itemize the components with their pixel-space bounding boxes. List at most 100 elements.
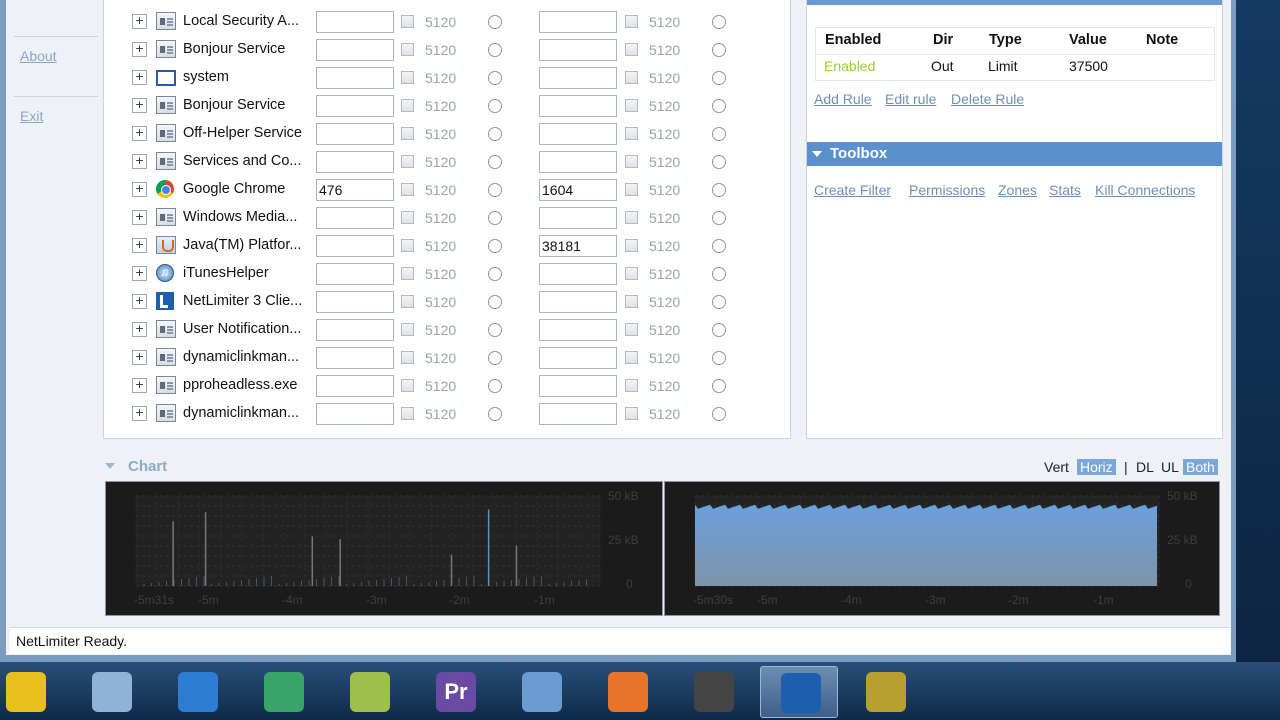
download-limit-checkbox[interactable] [401,351,414,364]
app-row[interactable]: + Off-Helper Service 5120 5120 [104,120,790,148]
upload-limit-checkbox[interactable] [625,211,638,224]
col-header-value[interactable]: Value [1069,32,1107,48]
taskbar-item[interactable] [674,666,752,718]
upload-priority-radio[interactable] [712,99,726,113]
expand-icon[interactable]: + [132,42,147,57]
taskbar-item[interactable] [502,666,580,718]
edit-rule-link[interactable]: Edit rule [885,91,936,107]
upload-rate-field[interactable] [539,123,617,145]
upload-limit-checkbox[interactable] [625,71,638,84]
chart-dl-option[interactable]: DL [1136,459,1154,475]
download-limit-checkbox[interactable] [401,183,414,196]
upload-rate-field[interactable]: 1604 [539,179,617,201]
rule-enabled[interactable]: Enabled [824,58,875,74]
app-row[interactable]: + dynamiclinkman... 5120 5120 [104,344,790,372]
upload-priority-radio[interactable] [712,15,726,29]
download-priority-radio[interactable] [488,323,502,337]
download-rate-field[interactable] [316,347,394,369]
upload-rate-field[interactable] [539,67,617,89]
upload-rate-field[interactable] [539,319,617,341]
expand-icon[interactable]: + [132,350,147,365]
rule-type[interactable]: Limit [988,58,1018,74]
expand-icon[interactable]: + [132,378,147,393]
upload-rate-field[interactable] [539,403,617,425]
upload-rate-field[interactable] [539,39,617,61]
upload-limit-checkbox[interactable] [625,99,638,112]
download-priority-radio[interactable] [488,239,502,253]
col-header-dir[interactable]: Dir [933,32,953,48]
upload-limit-checkbox[interactable] [625,43,638,56]
download-limit-checkbox[interactable] [401,323,414,336]
upload-rate-field[interactable] [539,207,617,229]
download-limit-checkbox[interactable] [401,267,414,280]
download-limit-checkbox[interactable] [401,15,414,28]
app-row[interactable]: + Local Security A... 5120 5120 [104,8,790,36]
download-rate-field[interactable]: 476 [316,179,394,201]
permissions-link[interactable]: Permissions [909,182,985,198]
upload-priority-radio[interactable] [712,407,726,421]
app-row[interactable]: + Bonjour Service 5120 5120 [104,36,790,64]
download-rate-field[interactable] [316,235,394,257]
expand-icon[interactable]: + [132,126,147,141]
app-row[interactable]: + system 5120 5120 [104,64,790,92]
taskbar-item[interactable] [158,666,236,718]
upload-limit-checkbox[interactable] [625,15,638,28]
upload-priority-radio[interactable] [712,379,726,393]
upload-limit-checkbox[interactable] [625,183,638,196]
download-limit-checkbox[interactable] [401,295,414,308]
taskbar-item[interactable] [760,666,838,718]
upload-priority-radio[interactable] [712,211,726,225]
app-row[interactable]: + pproheadless.exe 5120 5120 [104,372,790,400]
download-rate-field[interactable] [316,291,394,313]
toolbox-header[interactable]: Toolbox [807,142,1222,166]
expand-icon[interactable]: + [132,294,147,309]
rule-dir[interactable]: Out [931,58,954,74]
taskbar-item[interactable] [244,666,322,718]
upload-priority-radio[interactable] [712,267,726,281]
upload-rate-field[interactable] [539,263,617,285]
download-limit-checkbox[interactable] [401,99,414,112]
download-limit-checkbox[interactable] [401,211,414,224]
app-row[interactable]: + Google Chrome 476 5120 1604 5120 [104,176,790,204]
download-limit-checkbox[interactable] [401,155,414,168]
stats-link[interactable]: Stats [1049,182,1081,198]
zones-link[interactable]: Zones [998,182,1037,198]
upload-priority-radio[interactable] [712,351,726,365]
upload-limit-checkbox[interactable] [625,155,638,168]
expand-icon[interactable]: + [132,322,147,337]
upload-rate-field[interactable] [539,151,617,173]
download-priority-radio[interactable] [488,211,502,225]
download-priority-radio[interactable] [488,183,502,197]
chart-horiz-option[interactable]: Horiz [1077,459,1116,475]
chart-collapse-icon[interactable] [105,463,115,469]
upload-rate-field[interactable] [539,347,617,369]
upload-rate-field[interactable] [539,11,617,33]
exit-link[interactable]: Exit [20,108,43,124]
expand-icon[interactable]: + [132,266,147,281]
upload-rate-field[interactable] [539,95,617,117]
download-rate-field[interactable] [316,123,394,145]
download-rate-field[interactable] [316,39,394,61]
upload-rate-field[interactable] [539,375,617,397]
taskbar-item[interactable] [72,666,150,718]
chart-vert-option[interactable]: Vert [1044,459,1069,475]
app-row[interactable]: + Services and Co... 5120 5120 [104,148,790,176]
col-header-note[interactable]: Note [1146,32,1178,48]
expand-icon[interactable]: + [132,14,147,29]
upload-priority-radio[interactable] [712,239,726,253]
download-rate-field[interactable] [316,95,394,117]
taskbar-item[interactable] [846,666,924,718]
chart-section-title[interactable]: Chart [128,458,167,475]
download-limit-checkbox[interactable] [401,43,414,56]
upload-limit-checkbox[interactable] [625,239,638,252]
download-priority-radio[interactable] [488,351,502,365]
upload-rate-field[interactable] [539,291,617,313]
app-row[interactable]: + iTunesHelper 5120 5120 [104,260,790,288]
col-header-type[interactable]: Type [989,32,1022,48]
app-row[interactable]: + User Notification... 5120 5120 [104,316,790,344]
download-priority-radio[interactable] [488,155,502,169]
download-priority-radio[interactable] [488,71,502,85]
expand-icon[interactable]: + [132,406,147,421]
taskbar-item[interactable]: Pr [416,666,494,718]
upload-limit-checkbox[interactable] [625,267,638,280]
